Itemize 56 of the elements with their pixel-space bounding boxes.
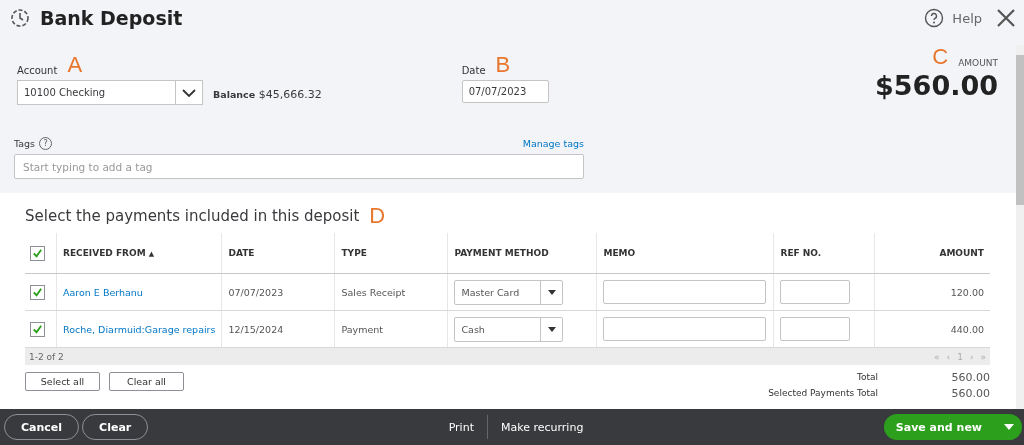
annotation-letter: D — [369, 205, 386, 227]
amount-label: AMOUNT — [958, 58, 998, 68]
column-header[interactable]: PAYMENT METHOD — [447, 233, 597, 274]
row-checkbox[interactable] — [30, 321, 45, 337]
annotation-letter: A — [67, 54, 83, 76]
tags-label: Tags — [14, 137, 36, 149]
column-header[interactable]: TYPE — [334, 233, 448, 274]
payment-method-dropdown[interactable]: Master Card — [454, 279, 564, 305]
total-value: 560.00 — [950, 370, 990, 384]
table-cell: 12/15/2024 — [228, 323, 284, 335]
account-label: Account — [17, 65, 58, 76]
amount-value: $560.00 — [875, 70, 998, 101]
ref-no-field[interactable] — [780, 317, 851, 341]
annotation-letter: B — [495, 54, 511, 76]
help-link[interactable]: Help — [952, 10, 982, 26]
section-title: Select the payments included in this deposit — [25, 207, 360, 225]
balance-text: Balance $45,666.32 — [213, 88, 322, 101]
table-cell: 120.00 — [950, 286, 984, 298]
memo-field[interactable] — [603, 317, 767, 341]
table-cell: Payment — [341, 323, 384, 335]
date-label: Date — [461, 65, 486, 76]
table-cell: Sales Receipt — [341, 286, 406, 298]
chevron-icon — [182, 88, 196, 97]
payment-method-dropdown[interactable]: Cash — [454, 316, 564, 342]
table-action-button[interactable]: Clear all — [109, 372, 184, 391]
caret-icon — [547, 289, 556, 295]
memo-field[interactable] — [603, 280, 767, 304]
customer-link[interactable]: Roche, Diarmuid:Garage repairs — [63, 323, 216, 335]
help-icon[interactable] — [924, 8, 945, 28]
manage-tags-link[interactable]: Manage tags — [522, 137, 584, 149]
row-checkbox[interactable] — [30, 284, 45, 300]
column-header[interactable]: REF NO. — [773, 233, 875, 274]
customer-link[interactable]: Aaron E Berhanu — [63, 286, 143, 298]
history-icon — [10, 8, 30, 28]
print-link[interactable]: Print — [438, 420, 484, 434]
annotation-letter: C — [932, 46, 949, 68]
total-label: Total — [855, 372, 878, 382]
column-header[interactable]: DATE — [221, 233, 335, 274]
tags-field[interactable]: Start typing to add a tag — [14, 154, 584, 179]
column-header[interactable]: AMOUNT — [874, 233, 990, 274]
table-cell: 440.00 — [950, 323, 984, 335]
row-count: 1-2 of 2 — [29, 351, 64, 362]
account-dropdown[interactable]: 10100 Checking — [17, 80, 203, 105]
window-title: Bank Deposit — [40, 7, 183, 29]
total-label: Selected Payments Total — [767, 388, 878, 398]
column-header[interactable]: MEMO — [596, 233, 774, 274]
close-icon[interactable] — [996, 8, 1016, 28]
date-field[interactable]: 07/07/2023 — [461, 80, 549, 103]
ref-no-field[interactable] — [780, 280, 851, 304]
caret-icon — [1004, 424, 1014, 430]
table-cell: 07/07/2023 — [228, 286, 284, 298]
total-value: 560.00 — [950, 386, 990, 400]
table-action-button[interactable]: Select all — [25, 372, 100, 391]
make-recurring-link[interactable]: Make recurring — [490, 420, 594, 434]
select-all-checkbox[interactable] — [30, 245, 45, 261]
caret-icon — [547, 326, 556, 332]
